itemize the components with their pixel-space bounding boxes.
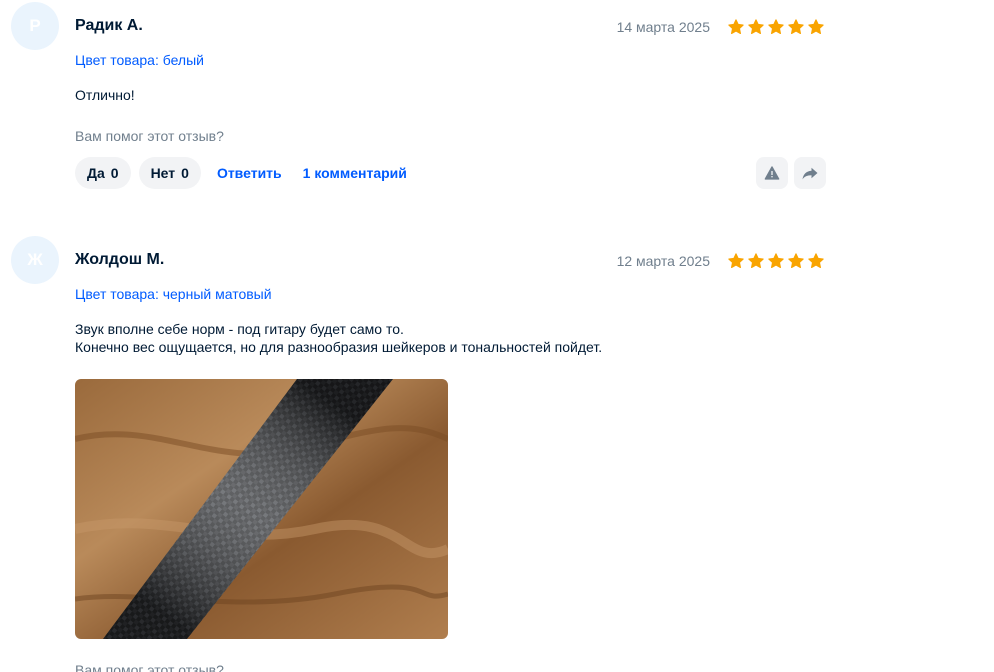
warning-icon (764, 166, 780, 180)
product-variant[interactable]: Цвет товара: белый (75, 52, 204, 68)
review-text-line: Звук вполне себе норм - под гитару будет… (75, 321, 404, 337)
review-text: Отлично! (75, 86, 135, 104)
star-icon (788, 253, 804, 269)
star-icon (728, 253, 744, 269)
carbon-fiber-shaker-photo (75, 379, 448, 639)
star-icon (768, 19, 784, 35)
vote-no-label: Нет (150, 165, 176, 181)
star-icon (808, 253, 824, 269)
rating-stars (727, 252, 825, 270)
review-date: 14 марта 2025 (616, 19, 710, 35)
report-button[interactable] (756, 157, 788, 189)
star-icon (788, 19, 804, 35)
vote-no-count: 0 (181, 165, 189, 181)
review-text-line: Конечно вес ощущается, но для разнообраз… (75, 339, 603, 355)
vote-yes-label: Да (87, 165, 105, 181)
star-icon (728, 19, 744, 35)
comments-link[interactable]: 1 комментарий (303, 165, 407, 181)
review-author[interactable]: Радик А. (75, 17, 143, 35)
avatar: Ж (11, 236, 59, 284)
review-text-line: Отлично! (75, 87, 135, 103)
review-text: Звук вполне себе норм - под гитару будет… (75, 320, 602, 356)
share-button[interactable] (794, 157, 826, 189)
helpful-question: Вам помог этот отзыв? (75, 128, 224, 144)
vote-no-button[interactable]: Нет 0 (138, 157, 201, 189)
helpful-question: Вам помог этот отзыв? (75, 662, 224, 672)
star-icon (748, 253, 764, 269)
vote-yes-button[interactable]: Да 0 (75, 157, 131, 189)
reply-link[interactable]: Ответить (217, 165, 282, 181)
avatar: Р (11, 2, 59, 50)
review-photo[interactable] (75, 379, 448, 639)
review-author[interactable]: Жолдош М. (75, 251, 164, 269)
review-actions: Да 0 Нет 0 Ответить 1 комментарий (75, 157, 421, 189)
product-variant[interactable]: Цвет товара: черный матовый (75, 286, 272, 302)
star-icon (768, 253, 784, 269)
review-date: 12 марта 2025 (616, 253, 710, 269)
rating-stars (727, 18, 825, 36)
vote-yes-count: 0 (110, 165, 119, 181)
star-icon (808, 19, 824, 35)
share-icon (802, 167, 818, 180)
star-icon (748, 19, 764, 35)
